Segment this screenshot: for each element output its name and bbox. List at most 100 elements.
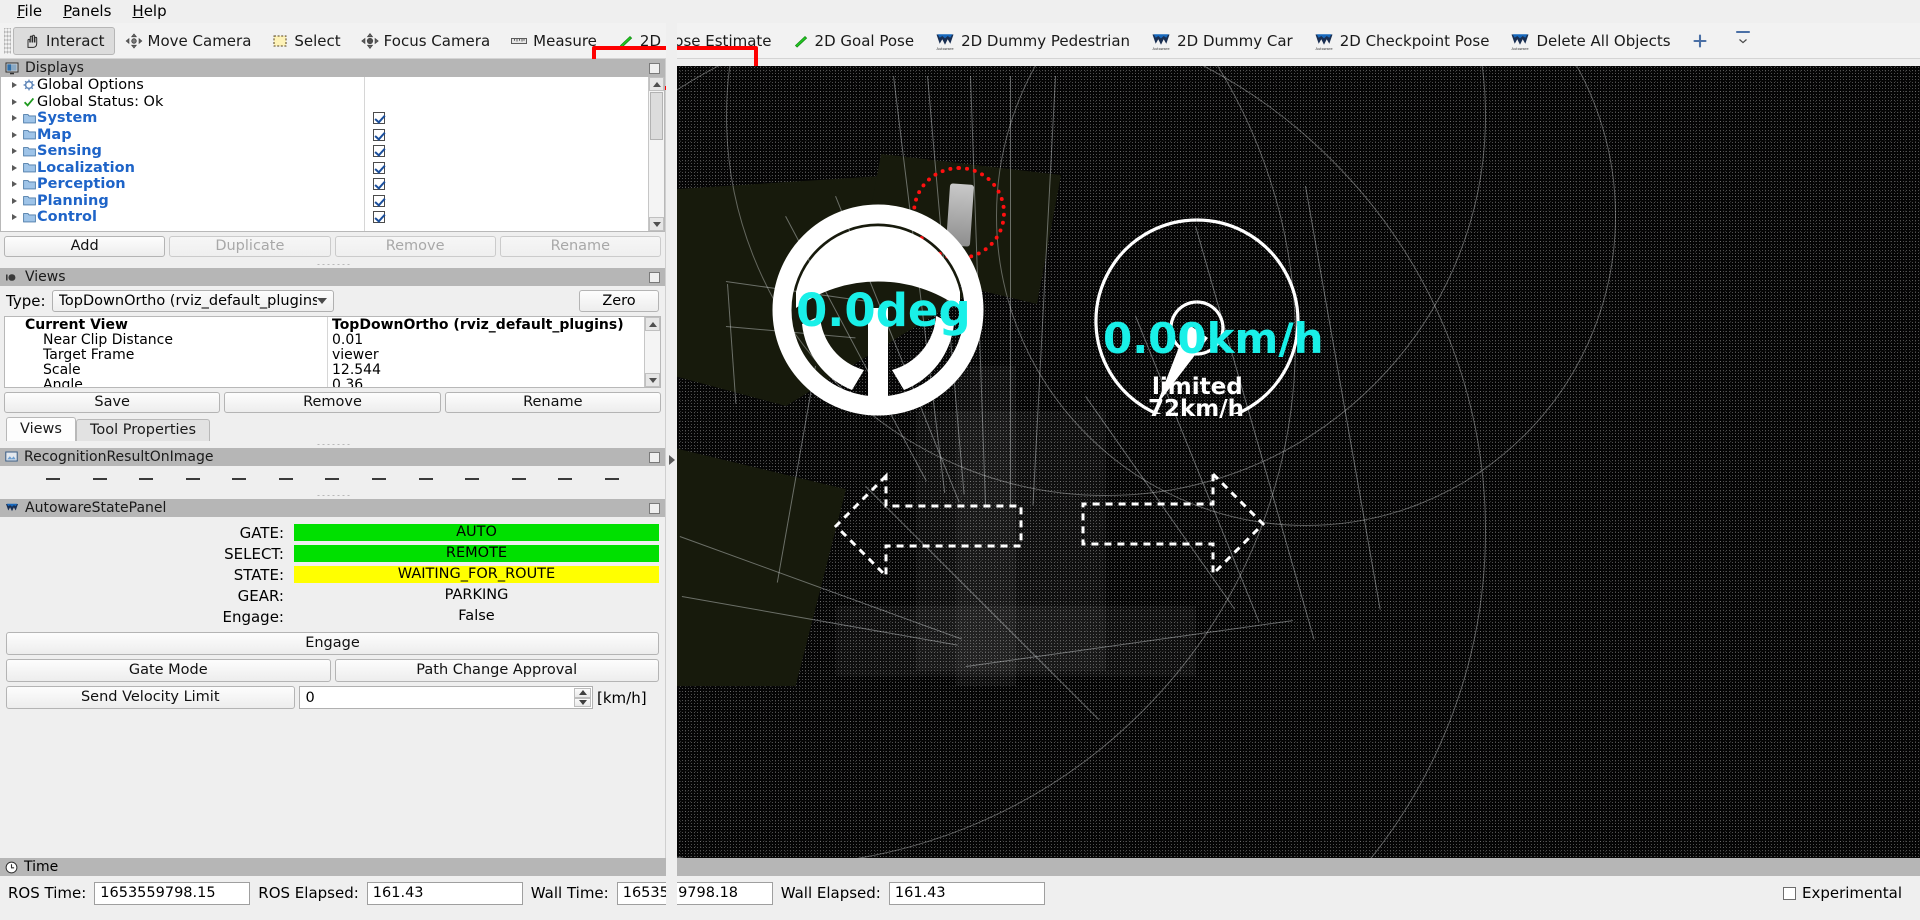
remove-view-button[interactable]: Remove xyxy=(224,392,441,413)
ros-elapsed-field[interactable]: 161.43 xyxy=(366,881,523,905)
tool-2d-dummy-car[interactable]: Autoware 2D Dummy Car xyxy=(1140,27,1303,55)
path-change-approval-button[interactable]: Path Change Approval xyxy=(334,659,659,682)
engage-button[interactable]: Engage xyxy=(6,632,659,655)
tool-move-camera[interactable]: Move Camera xyxy=(115,27,262,55)
add-display-button[interactable]: Add xyxy=(4,236,166,257)
display-item-global-status-ok[interactable]: Global Status: Ok xyxy=(1,94,364,111)
displays-views-splitter[interactable] xyxy=(0,261,665,268)
rename-view-button[interactable]: Rename xyxy=(444,392,661,413)
scroll-thumb[interactable] xyxy=(650,92,663,140)
display-item-planning[interactable]: Planning xyxy=(1,193,364,210)
recognition-panel-header[interactable]: RecognitionResultOnImage xyxy=(0,448,665,466)
menu-item-panels[interactable]: Panels xyxy=(54,0,120,23)
experimental-checkbox[interactable] xyxy=(1782,886,1796,900)
tool-select[interactable]: Select xyxy=(261,27,350,55)
scroll-down-icon[interactable] xyxy=(645,373,660,387)
save-view-button[interactable]: Save xyxy=(4,392,221,413)
display-item-map[interactable]: Map xyxy=(1,127,364,144)
scroll-up-icon[interactable] xyxy=(649,77,664,91)
time-panel-title: Time xyxy=(24,859,59,875)
zero-view-button[interactable]: Zero xyxy=(579,290,659,312)
tool-2d-dummy-pedestrian[interactable]: Autoware 2D Dummy Pedestrian xyxy=(924,27,1140,55)
menu-item-help[interactable]: Help xyxy=(123,0,175,23)
tool-focus-camera[interactable]: Focus Camera xyxy=(351,27,500,55)
expand-arrow-icon[interactable] xyxy=(7,164,21,171)
menu-bar: File Panels Help xyxy=(0,0,1920,23)
velocity-limit-stepper[interactable]: 0 xyxy=(298,686,593,709)
expand-arrow-icon[interactable] xyxy=(7,197,21,204)
views-panel-header[interactable]: Views xyxy=(0,268,665,286)
tool-move-camera-label: Move Camera xyxy=(147,31,252,50)
display-item-localization[interactable]: Localization xyxy=(1,160,364,177)
render-viewport-3d[interactable]: 0.0deg 0.00km/h limited 72km/h xyxy=(666,66,1920,858)
menu-item-file[interactable]: File xyxy=(8,0,51,23)
displays-tree[interactable]: Global Options Global Status: Ok System Map… xyxy=(0,77,665,232)
experimental-toggle[interactable]: Experimental xyxy=(1782,884,1912,902)
tool-2d-checkpoint-pose[interactable]: Autoware 2D Checkpoint Pose xyxy=(1303,27,1500,55)
remove-tool-button[interactable] xyxy=(1721,27,1765,55)
remove-display-button[interactable]: Remove xyxy=(334,236,496,257)
tool-measure[interactable]: Measure xyxy=(500,27,607,55)
current-view-properties[interactable]: Current View Near Clip Distance Target Fra… xyxy=(4,316,661,388)
tool-delete-all-objects[interactable]: Autoware Delete All Objects xyxy=(1499,27,1680,55)
views-panel-float-button[interactable] xyxy=(649,271,660,283)
scroll-up-icon[interactable] xyxy=(645,317,660,331)
tool-2d-goal-pose[interactable]: 2D Goal Pose xyxy=(782,27,925,55)
views-recognition-splitter[interactable] xyxy=(0,441,665,448)
recognition-autoware-splitter[interactable] xyxy=(0,492,665,499)
display-enabled-checkbox[interactable] xyxy=(373,112,385,125)
view-property-value[interactable]: 12.544 xyxy=(328,362,644,378)
current-view-scrollbar[interactable] xyxy=(644,317,660,387)
autoware-state-panel-header[interactable]: AutowareStatePanel xyxy=(0,499,665,517)
send-velocity-limit-button[interactable]: Send Velocity Limit xyxy=(6,686,295,709)
tab-views[interactable]: Views xyxy=(6,417,76,441)
display-item-sensing[interactable]: Sensing xyxy=(1,143,364,160)
display-item-perception[interactable]: Perception xyxy=(1,176,364,193)
tool-2d-pose-estimate[interactable]: 2D Pose Estimate xyxy=(607,27,782,55)
recognition-panel-float-button[interactable] xyxy=(649,451,660,463)
monitor-icon xyxy=(5,62,19,75)
tool-interact[interactable]: Interact xyxy=(13,26,115,55)
rename-display-button[interactable]: Rename xyxy=(499,236,661,257)
displays-panel-header[interactable]: Displays xyxy=(0,59,665,77)
scroll-track[interactable] xyxy=(645,331,660,373)
time-panel-header[interactable]: Time xyxy=(0,858,1920,876)
display-item-control[interactable]: Control xyxy=(1,209,364,226)
expand-arrow-icon[interactable] xyxy=(7,148,21,155)
display-enabled-checkbox[interactable] xyxy=(373,211,385,224)
expand-arrow-icon[interactable] xyxy=(7,82,21,89)
add-tool-button[interactable] xyxy=(1681,27,1721,55)
tab-tool-properties[interactable]: Tool Properties xyxy=(75,419,211,441)
expand-arrow-icon[interactable] xyxy=(7,98,21,105)
right-turn-arrow xyxy=(1078,464,1273,584)
viewport-right-collapse-handle[interactable] xyxy=(666,0,677,920)
scroll-down-icon[interactable] xyxy=(649,217,664,231)
view-property-value[interactable]: viewer xyxy=(328,347,644,363)
stepper-up-icon[interactable] xyxy=(574,688,591,698)
view-property-value[interactable]: 0.36 xyxy=(328,377,644,388)
expand-arrow-icon[interactable] xyxy=(7,181,21,188)
displays-panel-float-button[interactable] xyxy=(649,62,660,74)
wall-elapsed-field[interactable]: 161.43 xyxy=(888,881,1045,905)
display-enabled-checkbox[interactable] xyxy=(373,145,385,158)
expand-arrow-icon[interactable] xyxy=(7,214,21,221)
display-item-system[interactable]: System xyxy=(1,110,364,127)
display-enabled-checkbox[interactable] xyxy=(373,161,385,174)
ros-time-field[interactable]: 1653559798.15 xyxy=(94,881,251,905)
view-type-select[interactable]: TopDownOrtho (rviz_default_plugins) xyxy=(51,290,334,312)
view-property-value[interactable]: 0.01 xyxy=(328,332,644,348)
expand-arrow-icon[interactable] xyxy=(7,115,21,122)
display-enabled-checkbox[interactable] xyxy=(373,178,385,191)
toolbar-drag-handle[interactable] xyxy=(4,27,11,54)
display-enabled-checkbox[interactable] xyxy=(373,128,385,141)
display-item-global-options[interactable]: Global Options xyxy=(1,77,364,94)
expand-arrow-icon[interactable] xyxy=(7,131,21,138)
wall-time-field[interactable]: 1653559798.18 xyxy=(616,881,773,905)
displays-tree-scrollbar[interactable] xyxy=(648,77,664,231)
gate-mode-button[interactable]: Gate Mode xyxy=(6,659,331,682)
scroll-track[interactable] xyxy=(649,91,664,217)
display-enabled-checkbox[interactable] xyxy=(373,194,385,207)
autoware-state-panel-float-button[interactable] xyxy=(649,502,660,514)
stepper-down-icon[interactable] xyxy=(574,697,591,707)
duplicate-display-button[interactable]: Duplicate xyxy=(169,236,331,257)
